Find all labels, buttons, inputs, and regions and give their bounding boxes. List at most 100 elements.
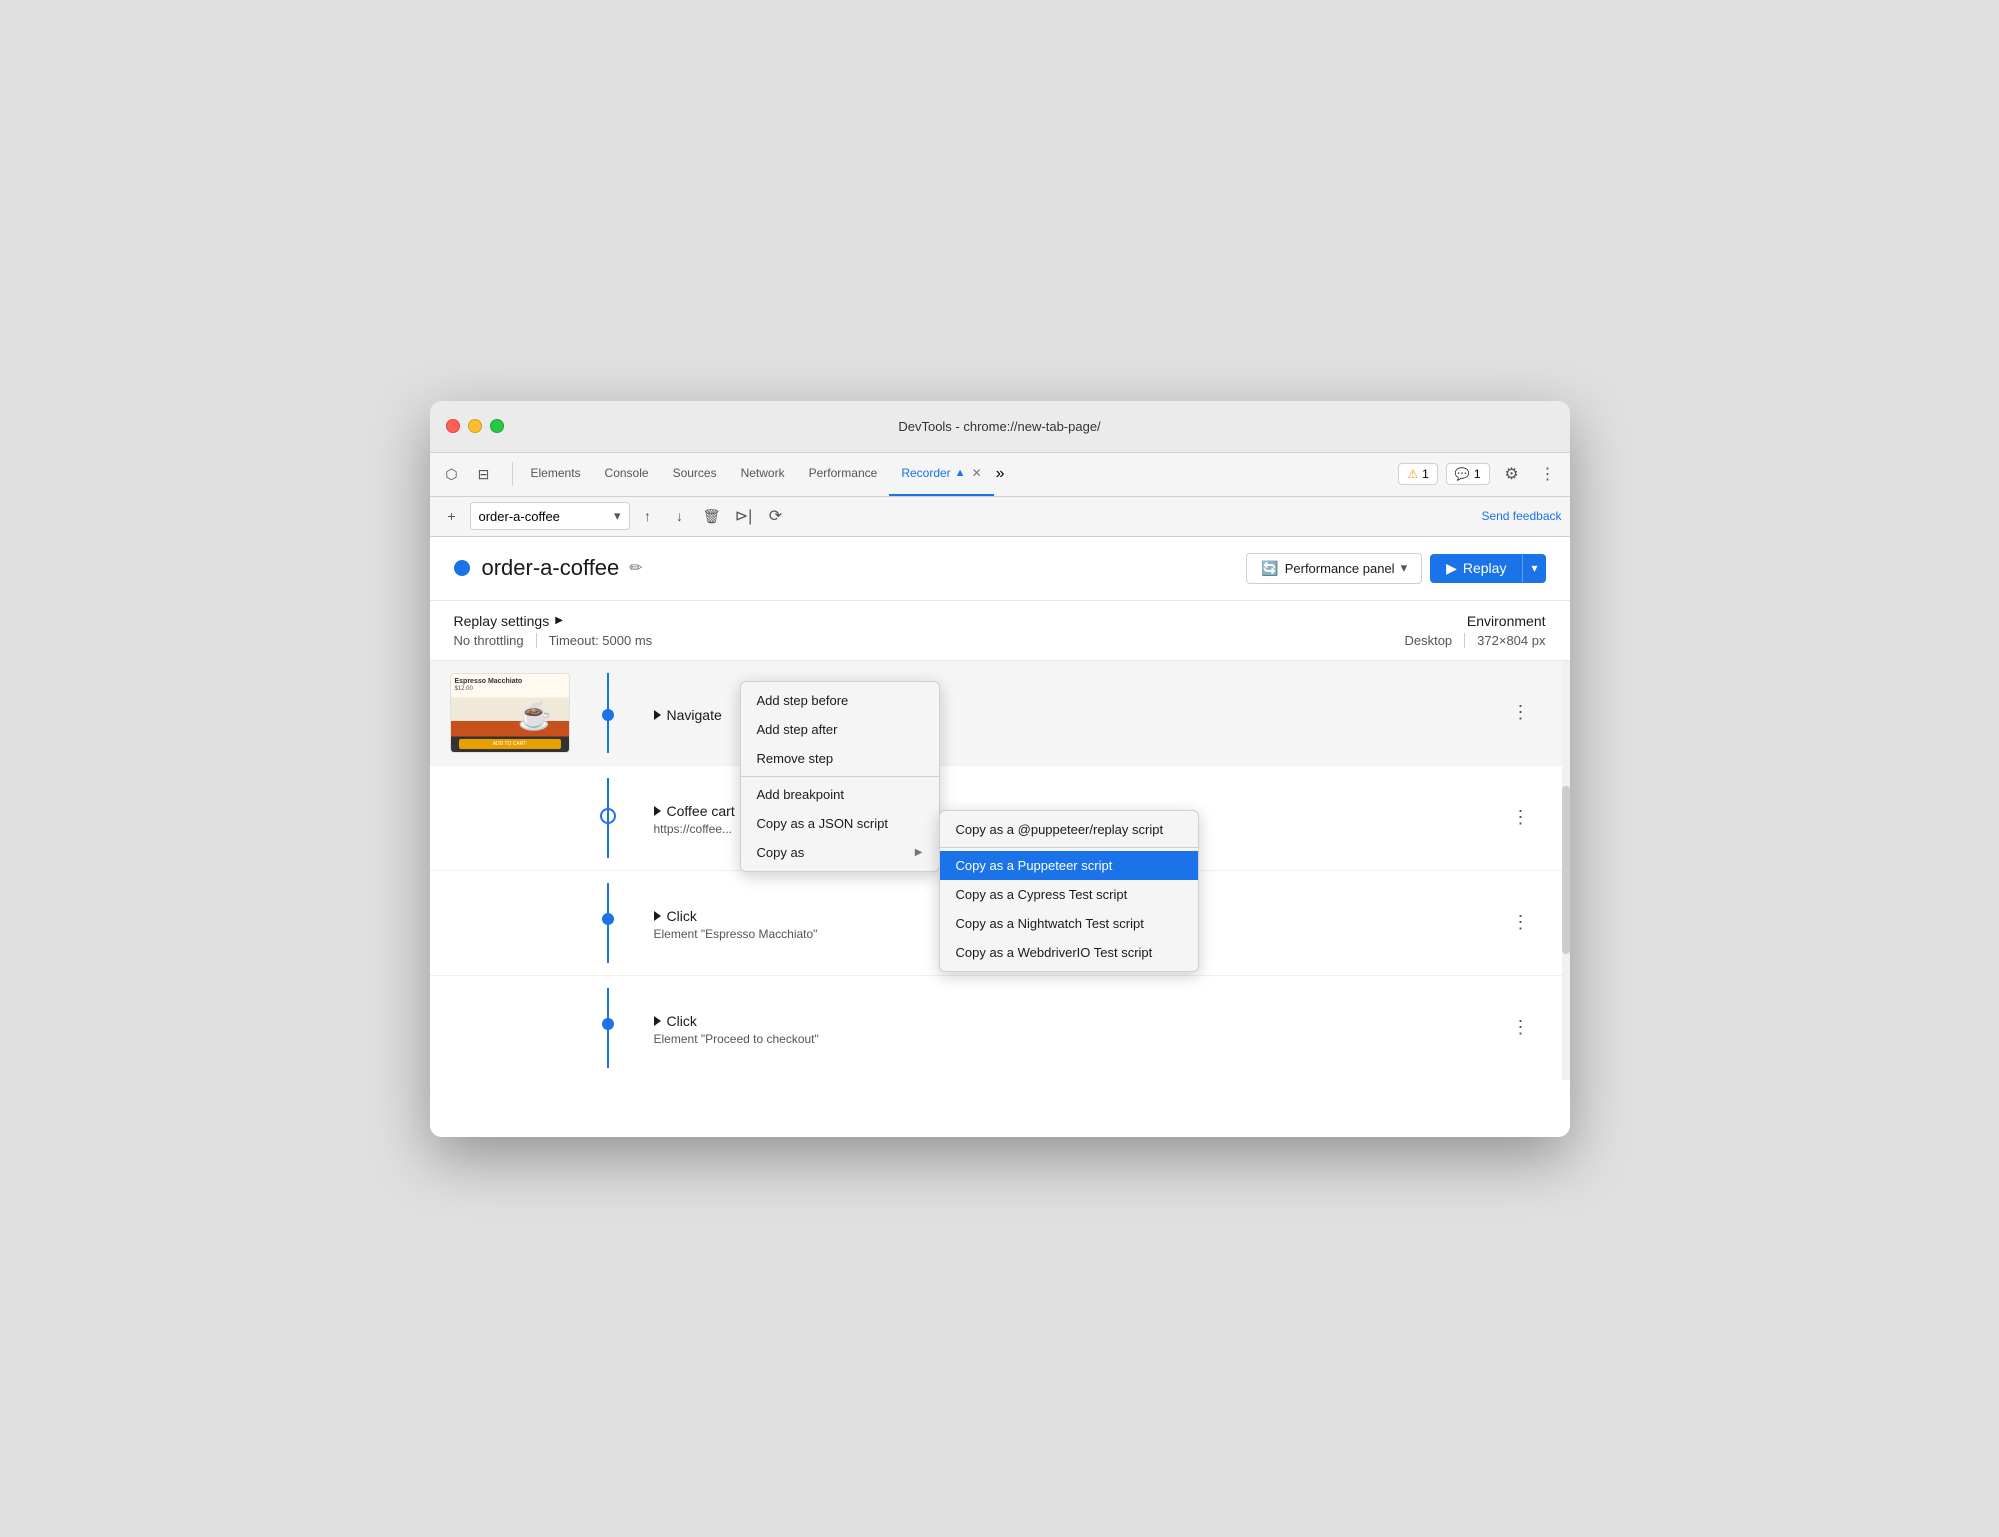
step-content-click2: Click Element "Proceed to checkout" (638, 1009, 1512, 1046)
submenu-divider (940, 847, 1198, 848)
tab-console[interactable]: Console (593, 452, 661, 496)
devtools-panel: ⬡ ⊟ Elements Console Sources Network Per… (430, 453, 1570, 1137)
menu-divider (741, 776, 939, 777)
main-content: order-a-coffee ✏ 🔄 Performance panel ▾ ▶… (430, 537, 1570, 1137)
submenu: Copy as a @puppeteer/replay script Copy … (939, 810, 1199, 972)
timeline-line (607, 673, 609, 753)
perf-dropdown-icon: ▾ (1401, 560, 1408, 576)
expand-icon (654, 710, 661, 720)
desktop-value: Desktop (1404, 633, 1465, 648)
env-title: Environment (1000, 613, 1546, 629)
tabs-right: ⚠ 1 💬 1 ⚙ ⋮ (1398, 460, 1561, 488)
context-menu-remove[interactable]: Remove step (741, 744, 939, 773)
step-more-icon[interactable]: ⋮ (1512, 1017, 1546, 1038)
tab-elements[interactable]: Elements (519, 452, 593, 496)
table-row: Espresso Macchiato $12.00 ☕ ADD TO CART (430, 661, 1570, 766)
step-timeline-click2 (578, 988, 638, 1068)
title-bar: DevTools - chrome://new-tab-page/ (430, 401, 1570, 453)
performance-icon: 🔄 (1261, 560, 1278, 577)
settings-row: Replay settings ▶ No throttling Timeout:… (430, 601, 1570, 661)
settings-expand-icon: ▶ (555, 615, 563, 626)
recording-title: order-a-coffee (482, 555, 620, 581)
timeline-line (607, 883, 609, 963)
context-menu: Add step before Add step after Remove st… (740, 681, 940, 872)
maximize-button[interactable] (490, 419, 504, 433)
chat-badge[interactable]: 💬 1 (1446, 463, 1490, 485)
expand-icon (654, 1016, 661, 1026)
edit-title-icon[interactable]: ✏ (629, 558, 642, 578)
context-menu-json[interactable]: Copy as a JSON script (741, 809, 939, 838)
replay-button-group: ▶ Replay ▾ (1430, 554, 1545, 583)
environment-settings: Environment Desktop 372×804 px (1000, 613, 1546, 648)
toolbar: + order-a-coffee ▾ ↑ ↓ 🗑 ⊳| ⟳ Send feedb… (430, 497, 1570, 537)
step-over-icon[interactable]: ⊳| (730, 502, 758, 530)
import-icon[interactable]: ↓ (666, 502, 694, 530)
submenu-webdriverio[interactable]: Copy as a WebdriverIO Test script (940, 938, 1198, 967)
scrollbar-thumb[interactable] (1562, 786, 1570, 954)
replay-dropdown-button[interactable]: ▾ (1522, 554, 1545, 583)
step-timeline-navigate (578, 673, 638, 753)
more-options-icon[interactable]: ⋮ (1534, 460, 1562, 488)
settings-sub: No throttling Timeout: 5000 ms (454, 633, 1000, 648)
recording-status-dot (454, 560, 470, 576)
warning-badge[interactable]: ⚠ 1 (1398, 463, 1437, 485)
warning-icon: ⚠ (1407, 467, 1418, 481)
tab-sources[interactable]: Sources (661, 452, 729, 496)
traffic-lights (446, 419, 504, 433)
recording-actions: 🔄 Performance panel ▾ ▶ Replay ▾ (1246, 553, 1545, 584)
throttling-value: No throttling (454, 633, 537, 648)
screenshot-thumbnail: Espresso Macchiato $12.00 ☕ ADD TO CART (450, 673, 570, 753)
context-menu-copy-as[interactable]: Copy as ▶ Copy as a @puppeteer/replay sc… (741, 838, 939, 867)
scrollbar-track[interactable] (1562, 661, 1570, 1080)
step-title[interactable]: Click (654, 1013, 1512, 1029)
tab-recorder[interactable]: Recorder ▲ ✕ (889, 452, 993, 496)
new-recording-button[interactable]: + (438, 502, 466, 530)
resolution-value: 372×804 px (1477, 633, 1545, 648)
context-menu-breakpoint[interactable]: Add breakpoint (741, 780, 939, 809)
dropdown-icon: ▾ (614, 508, 621, 524)
window-title: DevTools - chrome://new-tab-page/ (898, 419, 1100, 434)
dock-icon[interactable]: ⊟ (470, 460, 498, 488)
replay-settings: Replay settings ▶ No throttling Timeout:… (454, 613, 1000, 648)
submenu-puppeteer-script[interactable]: Copy as a Puppeteer script (940, 851, 1198, 880)
tab-controls: ⬡ ⊟ (438, 460, 498, 488)
delete-icon[interactable]: 🗑 (698, 502, 726, 530)
export-icon[interactable]: ↑ (634, 502, 662, 530)
recording-select[interactable]: order-a-coffee ▾ (470, 502, 630, 530)
submenu-nightwatch[interactable]: Copy as a Nightwatch Test script (940, 909, 1198, 938)
table-row: Click Element "Proceed to checkout" ⋮ (430, 976, 1570, 1080)
tab-separator (512, 462, 513, 486)
close-button[interactable] (446, 419, 460, 433)
replay-button[interactable]: ▶ Replay (1430, 554, 1522, 583)
thumb-spacer (450, 778, 570, 858)
close-tab-icon[interactable]: ✕ (972, 466, 982, 480)
step-detail: Element "Proceed to checkout" (654, 1032, 1512, 1046)
devtools-window: DevTools - chrome://new-tab-page/ ⬡ ⊟ El… (430, 401, 1570, 1137)
record-icon[interactable]: ⟳ (762, 502, 790, 530)
thumb-spacer (450, 988, 570, 1068)
cursor-icon[interactable]: ⬡ (438, 460, 466, 488)
more-tabs[interactable]: » (996, 465, 1005, 483)
submenu-puppeteer-replay[interactable]: Copy as a @puppeteer/replay script (940, 815, 1198, 844)
tab-network[interactable]: Network (729, 452, 797, 496)
send-feedback-link[interactable]: Send feedback (1481, 509, 1561, 523)
step-timeline-coffee (578, 778, 638, 858)
step-more-icon[interactable]: ⋮ (1512, 807, 1546, 828)
submenu-icon: ▶ (915, 847, 923, 858)
tab-performance[interactable]: Performance (797, 452, 890, 496)
expand-icon (654, 911, 661, 921)
step-more-icon[interactable]: ⋮ (1512, 912, 1546, 933)
step-more-icon[interactable]: ⋮ (1512, 702, 1546, 723)
chat-icon: 💬 (1455, 467, 1470, 481)
context-menu-add-after[interactable]: Add step after (741, 715, 939, 744)
performance-panel-button[interactable]: 🔄 Performance panel ▾ (1246, 553, 1422, 584)
replay-settings-title[interactable]: Replay settings ▶ (454, 613, 1000, 629)
minimize-button[interactable] (468, 419, 482, 433)
steps-container: Espresso Macchiato $12.00 ☕ ADD TO CART (430, 661, 1570, 1080)
submenu-cypress[interactable]: Copy as a Cypress Test script (940, 880, 1198, 909)
settings-icon[interactable]: ⚙ (1498, 460, 1526, 488)
context-menu-add-before[interactable]: Add step before (741, 686, 939, 715)
timeline-line (607, 988, 609, 1068)
timeout-value: Timeout: 5000 ms (549, 633, 665, 648)
thumb-spacer (450, 883, 570, 963)
